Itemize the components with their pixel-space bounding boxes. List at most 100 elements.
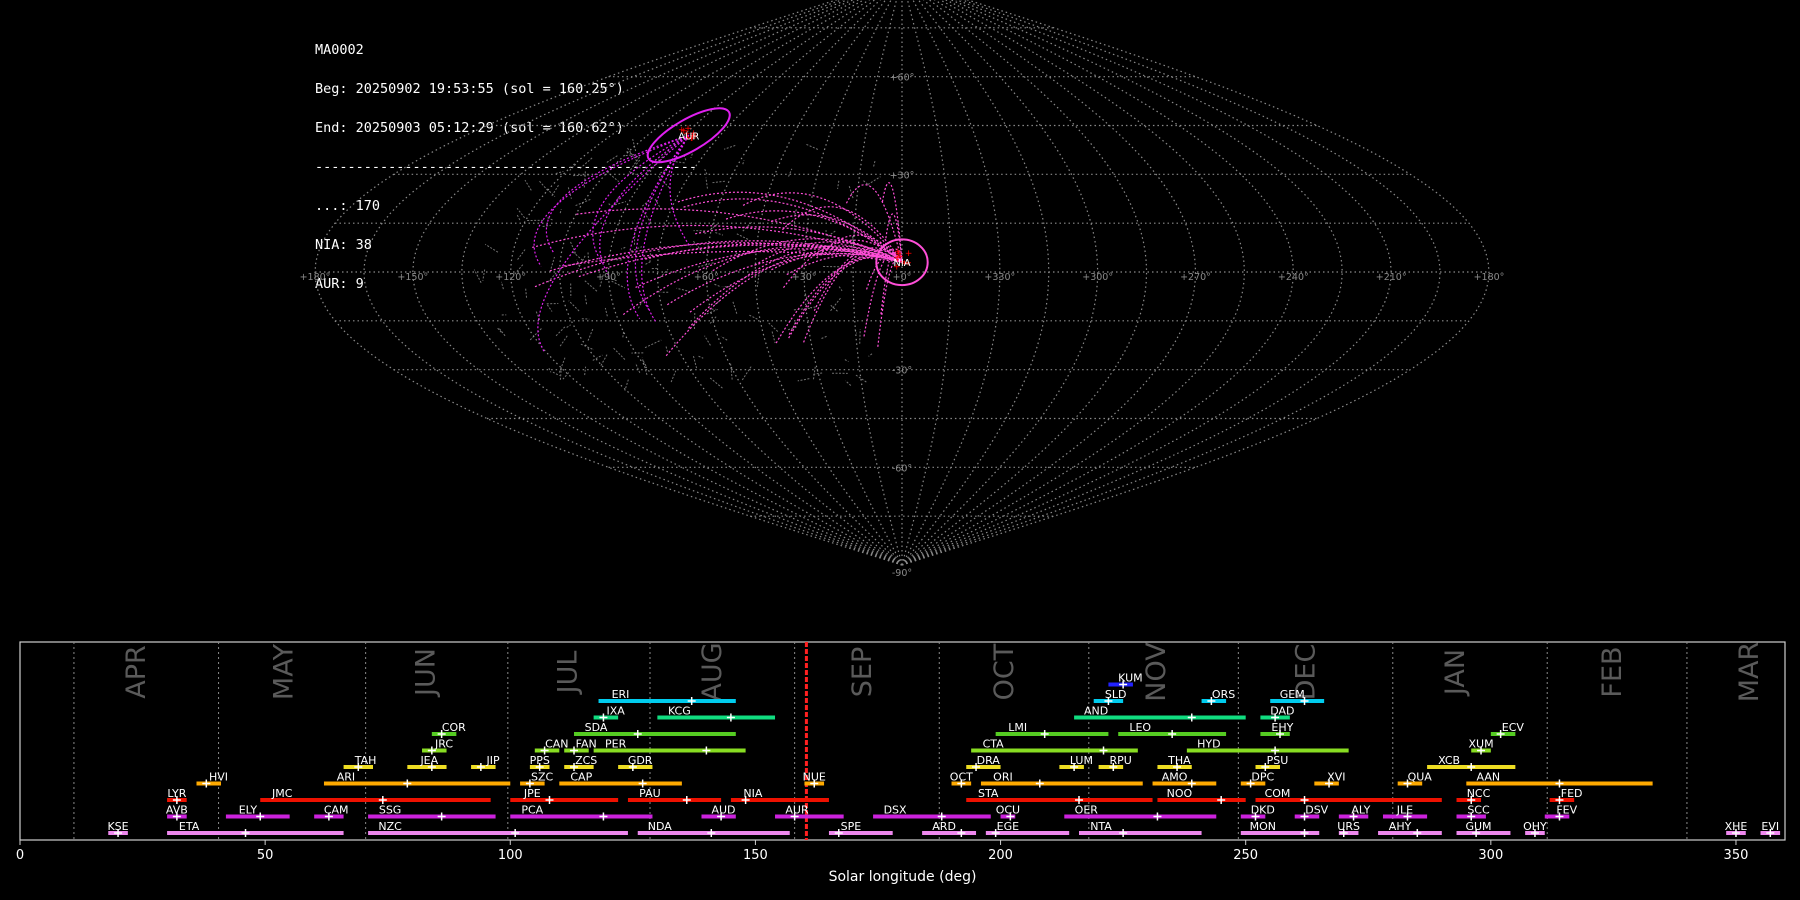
shower-bar [529,765,550,769]
shower-bar [1726,831,1746,835]
shower-label: NIA [743,787,762,800]
shower-bar [1118,732,1227,736]
sporadic-trace [805,143,819,150]
sporadic-trace [559,334,569,347]
sporadic-trace [568,300,580,312]
shower-bar [1000,814,1016,819]
sporadic-trace [604,307,608,317]
shower-label: COR [442,721,466,734]
shower-label: COM [1265,787,1291,800]
shower-ahy: AHY [1378,820,1442,837]
longitude-label: +180° [1474,272,1505,283]
meridian-line [363,0,903,566]
shower-label: CAN [545,738,568,751]
sporadic-trace [482,269,486,281]
shower-label: URS [1337,820,1360,833]
shower-label: ALY [1351,804,1370,817]
shower-jrc: JRC [422,738,453,755]
sporadic-trace [552,371,560,377]
shower-label: DSX [884,804,907,817]
shower-kse: KSE [107,820,129,837]
x-tick-label: 100 [498,848,523,863]
shower-label: PAU [639,787,661,800]
shower-lyr: LYR [167,787,187,804]
shower-bar [1456,798,1482,802]
sporadic-trace [632,138,637,152]
shower-bar [966,765,1001,769]
x-tick-label: 350 [1724,848,1749,863]
shower-nue: NUE [803,771,826,788]
sporadic-trace [558,357,566,374]
shower-bar [1157,798,1246,802]
sporadic-trace [867,176,881,185]
shower-lmi: LMI [995,721,1109,738]
shower-label: NZC [378,820,402,833]
shower-bar [1544,814,1570,819]
shower-label: XHE [1725,820,1748,833]
shower-bar [368,814,496,819]
shower-bar [1471,748,1491,753]
shower-fev: FEV [1544,804,1578,821]
shower-bar [510,814,653,819]
shower-bar [1270,699,1325,703]
meridian-line [901,0,1441,566]
shower-eta: ETA [167,820,344,837]
shower-label: DRA [977,754,1001,767]
sporadic-trace [855,374,867,383]
shower-aur: AUR [775,804,844,821]
radiant-label: AUR [678,131,699,142]
shower-label: PCA [521,804,543,817]
shower-label: MON [1250,820,1276,833]
shower-pps: PPS [530,754,550,771]
sporadic-trace [698,355,704,359]
x-tick-label: 150 [743,848,768,863]
shower-label: EVI [1761,820,1779,833]
sporadic-trace [712,180,726,184]
shower-label: GDR [628,754,653,767]
sporadic-trace [550,184,559,198]
sporadic-trace [547,270,559,283]
shower-bar [1079,831,1202,835]
shower-cor: COR [431,721,466,738]
shower-label: ELY [239,804,258,817]
shower-label: ECV [1502,721,1525,734]
sporadic-trace [736,233,749,240]
shower-jmc: JMC [260,787,491,804]
sporadic-trace [704,168,708,175]
shower-com: COM [1255,787,1442,804]
shower-jip: JIP [471,754,500,771]
shower-label: KSE [107,820,128,833]
x-axis-label: Solar longitude (deg) [829,869,977,885]
meridian-line [901,0,1050,566]
shower-label: OHY [1523,820,1547,833]
shower-bars: KUM ERI SLD ORS GEM IXA KCG AND DAD COR SDA LMI LEO E… [107,672,1781,837]
shower-bar [701,814,736,819]
sporadic-trace [771,331,776,344]
shower-ard: ARD [922,820,977,837]
shower-label: DSV [1305,804,1328,817]
sporadic-trace [812,366,816,380]
longitude-label: +210° [1376,272,1407,283]
shower-bar [1255,798,1442,802]
month-label: MAY [268,643,299,700]
nia-trace [622,245,903,316]
shower-label: NUE [803,771,826,784]
shower-label: SLD [1105,688,1127,701]
sporadic-trace [548,368,552,373]
shower-lum: LUM [1059,754,1093,771]
aur-trace [641,134,690,323]
sporadic-trace [538,179,549,191]
month-label: NOV [1141,642,1172,702]
shower-label: TAH [354,754,377,767]
month-label: MAR [1734,642,1765,703]
shower-aly: ALY [1338,804,1371,821]
shower-bar [260,798,491,802]
shower-bar [922,831,977,835]
shower-label: PER [605,738,627,751]
shower-label: SDA [585,721,608,734]
longitude-label: +120° [495,272,526,283]
sporadic-trace [837,180,840,190]
shower-label: AMO [1162,771,1188,784]
shower-label: EGE [997,820,1019,833]
shower-bar [343,765,373,769]
